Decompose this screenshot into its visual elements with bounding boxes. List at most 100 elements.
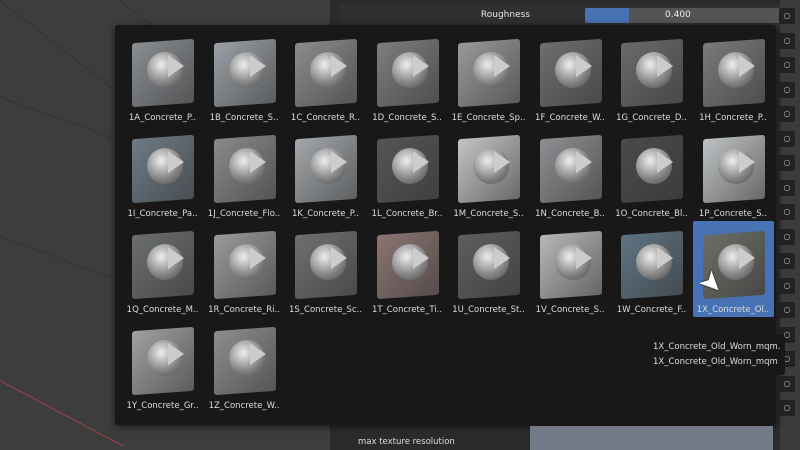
material-label: 1W_Concrete_F.. [616,305,687,315]
material-tile[interactable]: 1P_Concrete_S.. [693,125,774,221]
material-tile[interactable]: 1T_Concrete_Ti.. [367,221,448,317]
material-thumbnail [212,37,278,108]
material-tile[interactable]: 1G_Concrete_D.. [611,29,692,125]
material-thumbnail [456,133,522,204]
material-thumbnail [130,37,196,108]
material-tile[interactable]: 1A_Concrete_P.. [122,29,203,125]
material-label: 1E_Concrete_Sp.. [451,113,526,123]
material-thumbnail [456,229,522,300]
material-tile[interactable]: 1O_Concrete_Bl.. [611,125,692,221]
material-tile[interactable]: 1V_Concrete_S.. [530,221,611,317]
material-label: 1S_Concrete_Sc.. [288,305,363,315]
material-tile[interactable]: 1I_Concrete_Pa.. [122,125,203,221]
material-tile[interactable]: 1S_Concrete_Sc.. [285,221,366,317]
tooltip: 1X_Concrete_Old_Worn_mqm. 1X_Concrete_Ol… [645,335,785,375]
material-tile[interactable]: 1K_Concrete_P.. [285,125,366,221]
material-thumbnail [212,325,278,396]
material-thumbnail [538,229,604,300]
roughness-value: 0.400 [665,10,691,20]
keyframe-dot-button[interactable]: ○ [779,400,795,416]
material-thumbnail [538,37,604,108]
material-tile[interactable]: 1L_Concrete_Br.. [367,125,448,221]
material-label: 1Z_Concrete_W.. [208,401,280,411]
material-label: 1Y_Concrete_Gr.. [126,401,199,411]
tooltip-line1: 1X_Concrete_Old_Worn_mqm. [653,342,781,352]
keyframe-dot-button[interactable]: ○ [779,302,795,318]
keyframe-dot-button[interactable]: ○ [779,106,795,122]
material-label: 1L_Concrete_Br.. [371,209,443,219]
material-tile[interactable]: 1W_Concrete_F.. [611,221,692,317]
keyframe-dot-button[interactable]: ○ [779,375,795,392]
material-label: 1B_Concrete_S.. [209,113,279,123]
material-thumbnail [212,133,278,204]
material-label: 1Q_Concrete_M.. [126,305,199,315]
material-thumbnail [130,133,196,204]
x-axis-line [0,380,124,447]
material-label: 1J_Concrete_Flo.. [207,209,281,219]
material-thumbnail [212,229,278,300]
material-thumbnail [619,133,685,204]
keyframe-dot-button[interactable]: ○ [779,155,795,171]
material-thumbnail [619,37,685,108]
keyframe-dot-button[interactable]: ○ [779,57,795,73]
material-label: 1P_Concrete_S.. [698,209,768,219]
keyframe-dot-button[interactable]: ○ [779,204,795,220]
material-thumbnail [130,325,196,396]
material-thumbnail [293,229,359,300]
roughness-slider[interactable]: 0.400 [585,8,785,23]
material-label: 1X_Concrete_Ol.. [696,305,770,315]
material-thumbnail [619,229,685,300]
material-tile[interactable]: 1E_Concrete_Sp.. [448,29,529,125]
material-thumbnail [701,37,767,108]
material-label: 1A_Concrete_P.. [128,113,197,123]
material-thumbnail [375,37,441,108]
material-tile[interactable]: 1B_Concrete_S.. [204,29,285,125]
material-tile[interactable]: 1N_Concrete_B.. [530,125,611,221]
keyframe-dot-button[interactable]: ○ [779,8,795,24]
max-texture-resolution-field[interactable]: max texture resolution [350,437,520,450]
tooltip-line2: 1X_Concrete_Old_Worn_mqm [653,357,778,367]
material-label: 1M_Concrete_S.. [453,209,524,219]
material-label: 1C_Concrete_R.. [290,113,361,123]
keyframe-dot-button[interactable]: ○ [779,179,795,196]
material-tile[interactable]: 1C_Concrete_R.. [285,29,366,125]
material-thumbnail [375,229,441,300]
material-tile[interactable]: 1Z_Concrete_W.. [204,317,285,413]
keyframe-dot-button[interactable]: ○ [779,253,795,269]
material-label: 1N_Concrete_B.. [535,209,605,219]
material-label: 1G_Concrete_D.. [616,113,687,123]
material-tile[interactable]: 1F_Concrete_W.. [530,29,611,125]
material-thumbnail [293,133,359,204]
material-label: 1F_Concrete_W.. [535,113,605,123]
roughness-row: Roughness 0.400 [340,5,785,27]
material-label: 1K_Concrete_P.. [292,209,359,219]
material-tile[interactable]: 1R_Concrete_Ri.. [204,221,285,317]
material-tile[interactable]: 1D_Concrete_S.. [367,29,448,125]
material-label: 1D_Concrete_S.. [372,113,442,123]
material-label: 1T_Concrete_Ti.. [371,305,443,315]
keyframe-dot-button[interactable]: ○ [779,277,795,294]
material-tile[interactable]: 1Q_Concrete_M.. [122,221,203,317]
roughness-label: Roughness [480,10,530,20]
material-tile[interactable]: 1Y_Concrete_Gr.. [122,317,203,413]
keyframe-dot-button[interactable]: ○ [779,32,795,49]
material-label: 1H_Concrete_P.. [699,113,767,123]
material-tile[interactable]: 1H_Concrete_P.. [693,29,774,125]
keyframe-dot-button[interactable]: ○ [779,81,795,98]
material-thumbnail [538,133,604,204]
material-label: 1R_Concrete_Ri.. [208,305,280,315]
material-label: 1U_Concrete_St.. [452,305,525,315]
material-tile[interactable]: 1U_Concrete_St.. [448,221,529,317]
keyframe-dot-button[interactable]: ○ [779,228,795,245]
material-label: 1V_Concrete_S.. [535,305,605,315]
material-thumbnail [130,229,196,300]
material-tile[interactable]: 1J_Concrete_Flo.. [204,125,285,221]
material-preview [530,426,773,450]
material-tile[interactable]: 1X_Concrete_Ol.. [692,221,774,317]
material-thumbnail [375,133,441,204]
roughness-slider-fill [585,8,629,23]
keyframe-dot-button[interactable]: ○ [779,130,795,147]
material-label: 1O_Concrete_Bl.. [615,209,688,219]
material-thumbnail [701,133,767,204]
material-tile[interactable]: 1M_Concrete_S.. [448,125,529,221]
